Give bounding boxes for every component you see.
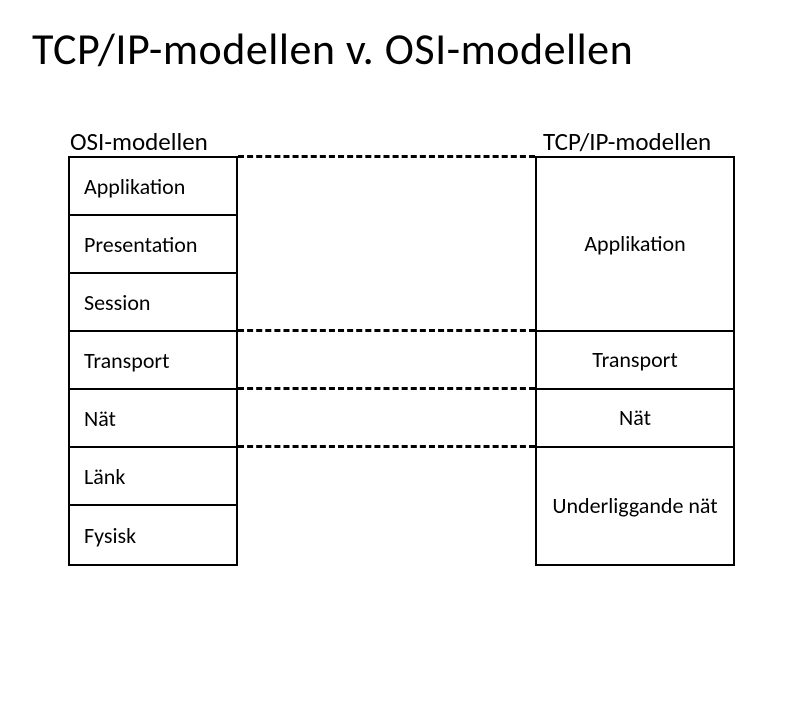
page-title: TCP/IP-modellen v. OSI-modellen	[0, 0, 800, 116]
dash-line	[238, 445, 535, 448]
dash-line	[238, 329, 535, 332]
tcpip-header: TCP/IP-modellen	[543, 126, 711, 157]
osi-layer-application: Applikation	[70, 158, 236, 216]
dash-line	[238, 155, 535, 158]
tcpip-layer-network: Nät	[537, 390, 733, 448]
tcpip-layer-transport: Transport	[537, 332, 733, 390]
connector-lines	[238, 156, 535, 562]
osi-layer-physical: Fysisk	[70, 506, 236, 564]
osi-layer-session: Session	[70, 274, 236, 332]
osi-header: OSI-modellen	[70, 126, 208, 157]
osi-layer-datalink: Länk	[70, 448, 236, 506]
osi-column: OSI-modellen Applikation Presentation Se…	[68, 156, 238, 566]
dash-line	[238, 387, 535, 390]
tcpip-layer-underlying: Underliggande nät	[537, 448, 733, 564]
osi-layer-transport: Transport	[70, 332, 236, 390]
comparison-diagram: OSI-modellen Applikation Presentation Se…	[0, 116, 800, 676]
tcpip-layer-application: Applikation	[537, 158, 733, 332]
osi-layer-network: Nät	[70, 390, 236, 448]
osi-layer-presentation: Presentation	[70, 216, 236, 274]
tcpip-column: TCP/IP-modellen Applikation Transport Nä…	[535, 156, 735, 566]
